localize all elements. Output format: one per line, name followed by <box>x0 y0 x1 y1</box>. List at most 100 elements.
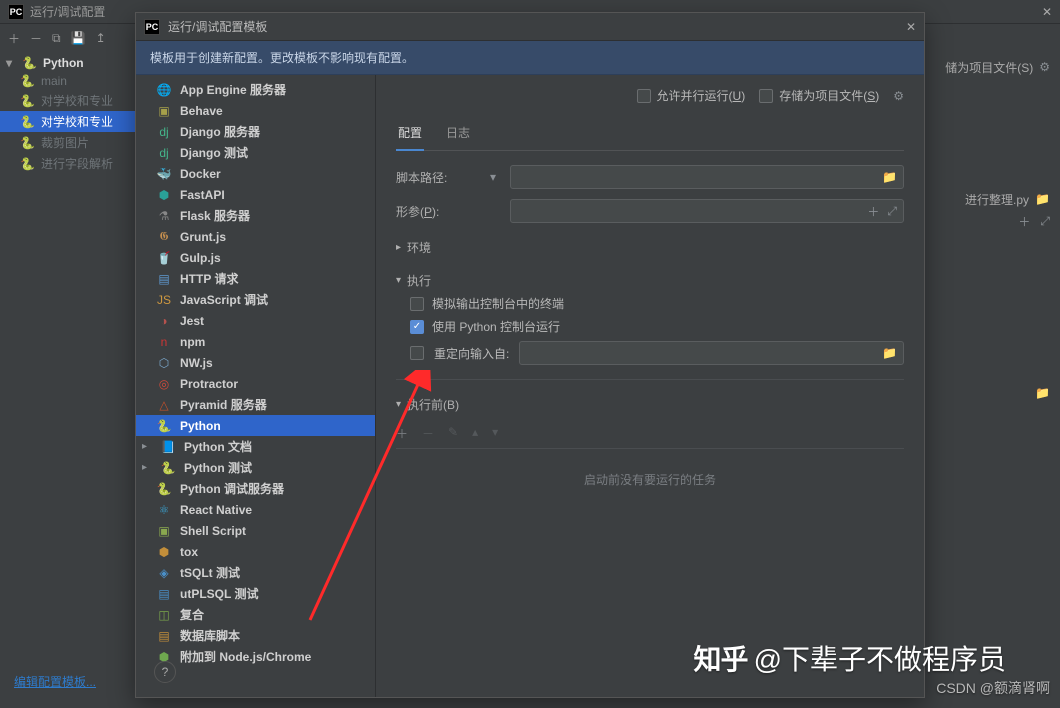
up-icon[interactable]: ▴ <box>472 425 478 442</box>
tab-log[interactable]: 日志 <box>444 118 472 150</box>
python-icon: 🐍 <box>20 94 35 108</box>
template-item-grunt-js[interactable]: 𝕲Grunt.js <box>136 226 375 247</box>
plus-icon[interactable]: ＋ <box>1018 213 1030 230</box>
save-icon[interactable]: 💾 <box>71 31 86 45</box>
tree-item[interactable]: 🐍对学校和专业 <box>0 90 140 111</box>
help-button[interactable]: ? <box>154 661 176 683</box>
params-label: 形参(P): <box>396 203 476 220</box>
up-icon[interactable]: ↥ <box>96 31 106 45</box>
template-item--[interactable]: ▤数据库脚本 <box>136 625 375 646</box>
modal-close-icon[interactable]: ✕ <box>906 20 916 34</box>
folder-icon[interactable]: 📁 <box>882 346 897 360</box>
template-icon: ⚛ <box>156 502 172 518</box>
edit-template-link[interactable]: 编辑配置模板... <box>14 673 96 690</box>
template-item-shell-script[interactable]: ▣ Shell Script <box>136 520 375 541</box>
template-icon: ⬢ <box>156 544 172 560</box>
modal-banner: 模板用于创建新配置。更改模板不影响现有配置。 <box>136 41 924 75</box>
folder-icon[interactable]: 📁 <box>1035 192 1050 206</box>
store-project-checkbox[interactable]: 存储为项目文件(S) <box>759 87 879 104</box>
tree-root[interactable]: ▾ 🐍 Python <box>0 54 140 72</box>
template-icon: n <box>156 334 172 350</box>
tab-config[interactable]: 配置 <box>396 118 424 151</box>
remove-icon[interactable]: － <box>30 30 42 47</box>
tree-item[interactable]: 🐍main <box>0 72 140 90</box>
template-item-utplsql-[interactable]: ▤utPLSQL 测试 <box>136 583 375 604</box>
chevron-down-icon[interactable]: ▾ <box>486 170 500 184</box>
watermark-zhihu: 知乎 @下辈子不做程序员 <box>694 638 1006 678</box>
folder-icon[interactable]: 📁 <box>882 170 897 184</box>
python-icon: 🐍 <box>20 74 35 88</box>
template-item-behave[interactable]: ▣Behave <box>136 100 375 121</box>
expand-icon[interactable]: ⤢ <box>887 204 897 219</box>
template-modal: PC 运行/调试配置模板 ✕ 模板用于创建新配置。更改模板不影响现有配置。 🌐A… <box>135 12 925 698</box>
chevron-right-icon: ▸ <box>142 441 152 452</box>
params-input[interactable]: ＋ ⤢ <box>510 199 904 223</box>
template-label: FastAPI <box>180 188 225 202</box>
template-item-python-[interactable]: ▸📘Python 文档 <box>136 436 375 457</box>
allow-parallel-checkbox[interactable]: 允许并行运行(U) <box>637 87 746 104</box>
tree-item-selected[interactable]: 🐍对学校和专业 <box>0 111 140 132</box>
template-item-fastapi[interactable]: ⬢FastAPI <box>136 184 375 205</box>
template-label: Shell Script <box>180 524 246 538</box>
template-item-protractor[interactable]: ◎Protractor <box>136 373 375 394</box>
expand-icon[interactable]: ⤢ <box>1040 214 1050 229</box>
template-item-tsqlt-[interactable]: ◈tSQLt 测试 <box>136 562 375 583</box>
template-icon: ⚗ <box>156 208 172 224</box>
add-icon[interactable]: ＋ <box>8 30 20 47</box>
template-item-app-engine-[interactable]: 🌐App Engine 服务器 <box>136 79 375 100</box>
template-label: Flask 服务器 <box>180 207 250 224</box>
template-item-nw-js[interactable]: ⬡ NW.js <box>136 352 375 373</box>
section-env[interactable]: ▸环境 <box>396 239 904 256</box>
template-icon: ▣ <box>156 523 172 539</box>
script-path-input[interactable]: 📁 <box>510 165 904 189</box>
template-icon: ◫ <box>156 607 172 623</box>
template-label: NW.js <box>180 356 213 370</box>
template-icon: ▤ <box>156 628 172 644</box>
template-item-react-native[interactable]: ⚛React Native <box>136 499 375 520</box>
store-project-label: 储为项目文件(S) <box>945 59 1033 76</box>
gear-icon[interactable]: ⚙ <box>1039 60 1050 74</box>
copy-icon[interactable]: ⧉ <box>52 31 61 46</box>
template-icon: ▣ <box>156 103 172 119</box>
down-icon[interactable]: ▾ <box>492 425 498 442</box>
template-list[interactable]: 🌐App Engine 服务器▣BehavedjDjango 服务器djDjan… <box>136 75 376 697</box>
template-item-python-[interactable]: 🐍Python 调试服务器 <box>136 478 375 499</box>
parent-close-icon[interactable]: ✕ <box>1042 5 1052 19</box>
template-item-django-[interactable]: djDjango 测试 <box>136 142 375 163</box>
template-label: App Engine 服务器 <box>180 81 286 98</box>
template-item-gulp-js[interactable]: 🥤Gulp.js <box>136 247 375 268</box>
plus-icon[interactable]: ＋ <box>867 203 879 220</box>
separator <box>396 379 904 380</box>
tree-item[interactable]: 🐍进行字段解析 <box>0 153 140 174</box>
chevron-down-icon: ▾ <box>6 56 16 70</box>
template-item-http-[interactable]: ▤HTTP 请求 <box>136 268 375 289</box>
template-icon: ⬡ <box>156 355 172 371</box>
remove-icon[interactable]: － <box>422 425 434 442</box>
template-item-python-[interactable]: ▸🐍Python 测试 <box>136 457 375 478</box>
template-icon: ◎ <box>156 376 172 392</box>
checkbox-icon[interactable] <box>410 346 424 360</box>
add-icon[interactable]: ＋ <box>396 425 408 442</box>
template-item-jest[interactable]: ◑Jest <box>136 310 375 331</box>
template-item-javascript-[interactable]: JSJavaScript 调试 <box>136 289 375 310</box>
section-before[interactable]: ▾执行前(B) <box>396 396 904 413</box>
emulate-terminal-checkbox[interactable]: 模拟输出控制台中的终端 <box>410 295 904 312</box>
template-item--[interactable]: ◫复合 <box>136 604 375 625</box>
tree-item[interactable]: 🐍裁剪图片 <box>0 132 140 153</box>
section-execute[interactable]: ▾执行 <box>396 272 904 289</box>
folder-icon[interactable]: 📁 <box>1035 386 1050 400</box>
template-item-python[interactable]: 🐍Python <box>136 415 375 436</box>
template-item-tox[interactable]: ⬢tox <box>136 541 375 562</box>
template-item-docker[interactable]: 🐳Docker <box>136 163 375 184</box>
edit-icon[interactable]: ✎ <box>448 425 458 442</box>
template-item-npm[interactable]: nnpm <box>136 331 375 352</box>
template-item-pyramid-[interactable]: △Pyramid 服务器 <box>136 394 375 415</box>
redirect-input[interactable]: 📁 <box>519 341 904 365</box>
template-icon: 🐍 <box>160 460 176 476</box>
gear-icon[interactable]: ⚙ <box>893 89 904 103</box>
template-item-django-[interactable]: djDjango 服务器 <box>136 121 375 142</box>
template-label: Grunt.js <box>180 230 226 244</box>
template-item-flask-[interactable]: ⚗ Flask 服务器 <box>136 205 375 226</box>
template-icon: ◈ <box>156 565 172 581</box>
python-console-checkbox[interactable]: ✓ 使用 Python 控制台运行 <box>410 318 904 335</box>
